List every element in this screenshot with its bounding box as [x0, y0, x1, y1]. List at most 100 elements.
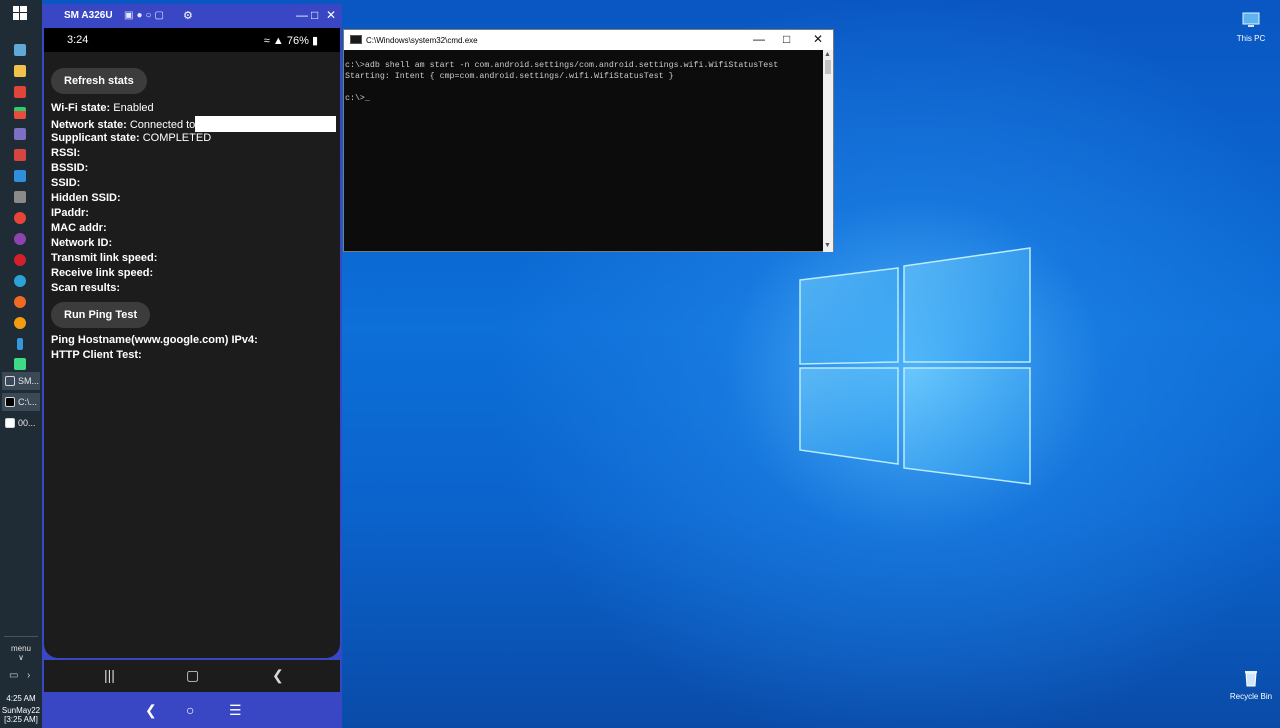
close-button[interactable]: ✕ — [326, 8, 336, 22]
cmd-scrollbar[interactable]: ▲ ▼ — [823, 50, 833, 252]
field-transmit-link-speed: Transmit link speed: — [51, 252, 158, 264]
app-icon-store[interactable] — [14, 107, 26, 119]
desktop-icon-label: This PC — [1236, 34, 1266, 43]
chevron-down-icon: ∨ — [18, 653, 24, 662]
menu-icon[interactable]: ☰ — [229, 702, 242, 719]
desktop-icon-recycle-bin[interactable]: Recycle Bin — [1224, 668, 1278, 701]
app-icon-grid[interactable] — [14, 149, 26, 161]
opera-icon[interactable] — [14, 254, 26, 266]
cmd-line: c:\>adb shell am start -n com.android.se… — [345, 61, 779, 70]
app-icon-purple[interactable] — [14, 233, 26, 245]
gear-icon[interactable]: ⚙ — [183, 9, 193, 22]
task-label: SM... — [18, 376, 40, 386]
minimize-button[interactable]: — — [296, 8, 308, 22]
field-ping-hostname: Ping Hostname(www.google.com) IPv4: — [51, 334, 258, 346]
taskbar-task-phone[interactable]: SM... — [2, 372, 40, 390]
field-value: Connected to — [129, 119, 196, 131]
run-ping-test-button[interactable]: Run Ping Test — [51, 302, 151, 328]
mirror-control-bar: ❮ ○ ☰ — [42, 694, 342, 728]
field-network-state: Network state: Connected to — [51, 116, 337, 132]
app-icon-blue[interactable] — [14, 170, 26, 182]
cmd-icon — [350, 35, 362, 44]
status-time: 3:24 — [67, 34, 89, 46]
clock-date: SunMay22 — [1, 706, 41, 715]
back-icon[interactable]: ❮ — [145, 702, 157, 719]
cmd-titlebar[interactable]: C:\Windows\system32\cmd.exe — □ ✕ — [344, 30, 833, 50]
taskview-icon[interactable] — [14, 44, 26, 56]
maximize-button[interactable]: □ — [783, 32, 790, 46]
shield-icon — [5, 376, 15, 386]
phone-window-titlebar[interactable]: SM A326U ▣●○▢ ⚙ — □ ✕ — [42, 4, 342, 28]
firefox-icon[interactable] — [14, 296, 26, 308]
menu-label: menu — [10, 644, 31, 653]
wifi-icon: ≈ — [263, 35, 270, 47]
minimize-button[interactable]: — — [753, 32, 765, 46]
field-receive-link-speed: Receive link speed: — [51, 267, 154, 279]
signal-icon: ▲ — [272, 35, 284, 47]
home-icon[interactable]: ○ — [186, 702, 194, 718]
battery-icon: ▮ — [311, 35, 318, 47]
scroll-up-icon[interactable]: ▲ — [824, 51, 831, 58]
field-bssid: BSSID: — [51, 162, 89, 174]
wifi-status-app: Refresh stats Wi-Fi state: Enabled Netwo… — [51, 68, 337, 363]
field-rssi: RSSI: — [51, 147, 81, 159]
monitor-icon[interactable]: ▭ — [9, 670, 18, 681]
file-explorer-icon[interactable] — [14, 65, 26, 77]
desktop-icon-this-pc[interactable]: This PC — [1224, 10, 1278, 43]
scrollbar-thumb[interactable] — [825, 60, 831, 74]
taskbar-task-cmd[interactable]: C:\... — [2, 393, 40, 411]
cmd-cursor: _ — [364, 94, 370, 103]
android-status-bar: 3:24 ≈ ▲ 76% ▮ — [44, 28, 340, 52]
android-icon[interactable] — [14, 358, 26, 370]
cmd-output[interactable]: c:\>adb shell am start -n com.android.se… — [344, 60, 822, 104]
windows-logo-wallpaper — [799, 247, 1031, 485]
scroll-down-icon[interactable]: ▼ — [824, 242, 831, 249]
chevron-right-icon[interactable]: › — [27, 670, 30, 681]
app-icon-red[interactable] — [14, 86, 26, 98]
refresh-stats-button[interactable]: Refresh stats — [51, 68, 147, 94]
field-http-client-test: HTTP Client Test: — [51, 349, 142, 361]
desktop-icon-label: Recycle Bin — [1229, 692, 1273, 701]
field-ipaddr: IPaddr: — [51, 207, 89, 219]
app-icon-phone[interactable] — [17, 338, 23, 350]
document-icon — [5, 418, 15, 428]
field-hidden-ssid: Hidden SSID: — [51, 192, 121, 204]
divider — [4, 636, 38, 637]
clock-alt-time: [3:25 AM] — [4, 715, 38, 724]
home-icon[interactable]: ▢ — [186, 667, 199, 684]
taskbar-task-other[interactable]: 00... — [2, 414, 40, 432]
recents-icon[interactable]: ||| — [104, 667, 115, 683]
cmd-window: C:\Windows\system32\cmd.exe — □ ✕ c:\>ad… — [343, 29, 834, 252]
screenshot-record-tools[interactable]: ▣●○▢ — [124, 10, 167, 21]
recycle-bin-icon — [1245, 671, 1257, 687]
task-label: 00... — [18, 418, 36, 428]
field-network-id: Network ID: — [51, 237, 113, 249]
computer-icon — [1242, 12, 1260, 27]
phone-screen: 3:24 ≈ ▲ 76% ▮ Refresh stats Wi-Fi state… — [44, 28, 340, 658]
app-icon-list[interactable] — [14, 191, 26, 203]
field-mac-addr: MAC addr: — [51, 222, 107, 234]
app-icon-calc[interactable] — [14, 128, 26, 140]
field-supplicant-state: Supplicant state: COMPLETED — [51, 132, 212, 144]
field-ssid: SSID: — [51, 177, 81, 189]
windows-start-icon[interactable] — [12, 6, 28, 22]
cmd-line: Starting: Intent { cmp=com.android.setti… — [345, 72, 674, 81]
cmd-prompt-line: c:\>_ — [345, 93, 822, 104]
phone-window-title: SM A326U — [64, 10, 113, 21]
maximize-button[interactable]: □ — [311, 8, 318, 22]
clock-time: 4:25 AM — [6, 694, 36, 703]
edge-icon[interactable] — [14, 275, 26, 287]
close-button[interactable]: ✕ — [813, 32, 823, 46]
cmd-line — [345, 82, 822, 93]
cmd-prompt: c:\> — [345, 94, 365, 103]
app-icon-chrome[interactable] — [14, 212, 26, 224]
cmd-window-title: C:\Windows\system32\cmd.exe — [366, 36, 478, 45]
field-value: Enabled — [113, 102, 154, 114]
field-wifi-state: Wi-Fi state: Enabled — [51, 102, 154, 114]
taskbar-menu-button[interactable]: menu ∨ — [0, 644, 42, 662]
taskbar: SM... C:\... 00... menu ∨ ▭ › 4:25 AM Su… — [0, 0, 42, 728]
app-icon-orange[interactable] — [14, 317, 26, 329]
android-nav-bar: ||| ▢ ❮ — [44, 660, 340, 692]
back-icon[interactable]: ❮ — [272, 667, 284, 684]
taskbar-clock[interactable]: 4:25 AM SunMay22 [3:25 AM] — [0, 694, 42, 724]
